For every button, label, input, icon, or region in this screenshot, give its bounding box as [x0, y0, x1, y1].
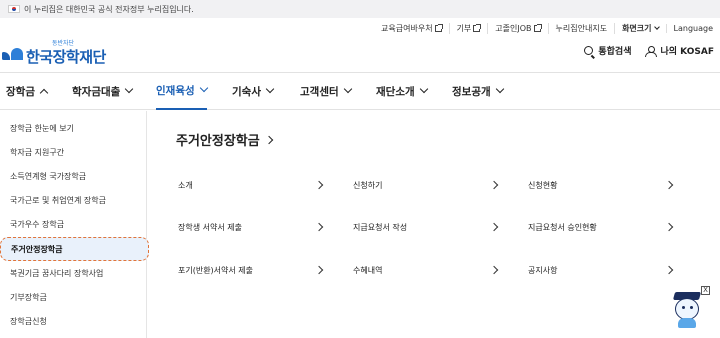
card-label: 소개	[178, 180, 193, 190]
sidebar: 장학금 한눈에 보기 학자금 지원구간 소득연계형 국가장학금 국가근로 및 취…	[0, 111, 149, 338]
unified-search-label: 통합검색	[598, 47, 632, 57]
utility-donate-link[interactable]: 기부	[448, 22, 488, 34]
utility-job-link[interactable]: 고졸인JOB	[487, 22, 547, 34]
sidebar-item-support-range[interactable]: 학자금 지원구간	[0, 140, 146, 164]
nav-talent-label: 인재육성	[156, 84, 195, 97]
nav-scholarship[interactable]: 장학금	[6, 72, 49, 110]
utility-donate-label: 기부	[456, 23, 472, 33]
logo-title: 한국장학재단	[26, 48, 106, 66]
mascot-body	[678, 318, 696, 328]
close-icon[interactable]: X	[701, 286, 710, 295]
my-kosaf-label: 나의 KOSAF	[660, 47, 714, 57]
card-intro[interactable]: 소개	[178, 170, 324, 200]
utility-language-label: Language	[673, 23, 713, 33]
user-icon	[645, 45, 658, 57]
card-label: 포기(반환)서약서 제출	[178, 265, 254, 275]
nav-dormitory[interactable]: 기숙사	[232, 72, 275, 110]
card-apply[interactable]: 신청하기	[353, 170, 499, 200]
nav-disclosure-label: 정보공개	[452, 85, 491, 98]
nav-customer-center[interactable]: 고객센터	[300, 72, 352, 110]
sidebar-item-apply[interactable]: 장학금신청	[0, 310, 146, 334]
card-label: 장학생 서약서 제출	[178, 222, 242, 232]
card-waiver-submit[interactable]: 포기(반환)서약서 제출	[178, 255, 324, 285]
card-benefit-history[interactable]: 수혜내역	[353, 255, 499, 285]
nav-scholarship-label: 장학금	[6, 85, 35, 98]
chevron-right-icon	[264, 135, 273, 144]
nav-about[interactable]: 재단소개	[376, 72, 428, 110]
header-actions: 통합검색 나의 KOSAF	[570, 44, 714, 57]
external-link-icon	[434, 23, 443, 32]
card-label: 지급요청서 승인현황	[528, 222, 597, 232]
gov-banner-text: 이 누리집은 대한민국 공식 전자정부 누리집입니다.	[24, 4, 194, 14]
chevron-up-icon	[39, 88, 49, 97]
sidebar-item-housing-stability[interactable]: 주거안정장학금	[0, 236, 149, 262]
chevron-right-icon	[314, 180, 324, 190]
utility-sitemap-label: 누리집안내지도	[555, 23, 608, 33]
chevron-down-icon	[419, 84, 428, 94]
utility-language-link[interactable]: Language	[665, 23, 720, 33]
chevron-down-icon	[495, 84, 504, 94]
utility-zoom-label: 화면크기	[622, 23, 652, 33]
card-label: 신청현황	[528, 180, 558, 190]
chevron-right-icon	[489, 265, 499, 275]
chevron-down-icon	[199, 83, 208, 93]
nav-talent[interactable]: 인재육성	[156, 72, 208, 110]
chevron-down-icon	[265, 84, 275, 94]
utility-voucher-label: 교육급여바우처	[381, 23, 433, 33]
my-kosaf-button[interactable]: 나의 KOSAF	[645, 44, 714, 57]
utility-job-label: 고졸인JOB	[495, 23, 532, 33]
logo-mark-icon	[2, 46, 24, 60]
external-link-icon	[473, 23, 482, 32]
page-title[interactable]: 주거안정장학금	[176, 130, 273, 149]
chevron-right-icon	[314, 265, 324, 275]
page-title-text: 주거안정장학금	[176, 134, 260, 149]
card-pledge-submit[interactable]: 장학생 서약서 제출	[178, 212, 324, 242]
chevron-down-icon	[343, 84, 352, 94]
nav-loan[interactable]: 학자금대출	[72, 72, 134, 110]
unified-search-button[interactable]: 통합검색	[584, 44, 631, 57]
external-link-icon	[533, 23, 542, 32]
utility-menu: 교육급여바우처 기부 고졸인JOB 누리집안내지도 화면크기 Language	[374, 20, 720, 36]
chevron-down-icon	[653, 24, 660, 30]
card-payment-request[interactable]: 지급요청서 작성	[353, 212, 499, 242]
card-label: 신청하기	[353, 180, 383, 190]
main-nav: 장학금 학자금대출 인재육성 기숙사 고객센터 재단소개 정보공개	[0, 72, 720, 110]
nav-dormitory-label: 기숙사	[232, 85, 261, 98]
chevron-right-icon	[489, 180, 499, 190]
card-label: 공지사항	[528, 265, 558, 275]
sidebar-item-donation[interactable]: 기부장학금	[0, 285, 146, 309]
chevron-right-icon	[664, 180, 674, 190]
card-label: 지급요청서 작성	[353, 222, 408, 232]
chevron-right-icon	[664, 265, 674, 275]
chevron-right-icon	[664, 222, 674, 232]
card-notice[interactable]: 공지사항	[528, 255, 674, 285]
chevron-down-icon	[125, 84, 134, 94]
utility-voucher-link[interactable]: 교육급여바우처	[374, 23, 449, 34]
gov-banner: 이 누리집은 대한민국 공식 전자정부 누리집입니다.	[0, 0, 720, 18]
utility-sitemap-link[interactable]: 누리집안내지도	[547, 22, 615, 34]
sidebar-item-income-linked[interactable]: 소득연계형 국가장학금	[0, 164, 146, 188]
chevron-right-icon	[314, 222, 324, 232]
utility-zoom-dropdown[interactable]: 화면크기	[614, 22, 665, 34]
sidebar-item-lottery-fund[interactable]: 복권기금 꿈사다리 장학사업	[0, 261, 146, 285]
sidebar-item-work-employment[interactable]: 국가근로 및 취업연계 장학금	[0, 189, 146, 213]
korea-flag-icon	[8, 5, 20, 13]
mascot-eye	[690, 306, 693, 309]
sidebar-item-national-excellence[interactable]: 국가우수 장학금	[0, 213, 146, 237]
mascot-face	[675, 298, 699, 320]
search-icon	[584, 46, 594, 55]
nav-disclosure[interactable]: 정보공개	[452, 72, 504, 110]
nav-about-label: 재단소개	[376, 85, 415, 98]
card-apply-status[interactable]: 신청현황	[528, 170, 674, 200]
nav-customer-center-label: 고객센터	[300, 85, 339, 98]
sidebar-item-overview[interactable]: 장학금 한눈에 보기	[0, 116, 146, 140]
card-payment-approval[interactable]: 지급요청서 승인현황	[528, 212, 674, 242]
site-logo[interactable]: 동반자단 한국장학재단	[2, 38, 106, 67]
nav-loan-label: 학자금대출	[72, 85, 121, 98]
chevron-right-icon	[489, 222, 499, 232]
card-label: 수혜내역	[353, 265, 383, 275]
mascot-eye	[682, 306, 685, 309]
chatbot-mascot[interactable]: X	[670, 286, 710, 330]
